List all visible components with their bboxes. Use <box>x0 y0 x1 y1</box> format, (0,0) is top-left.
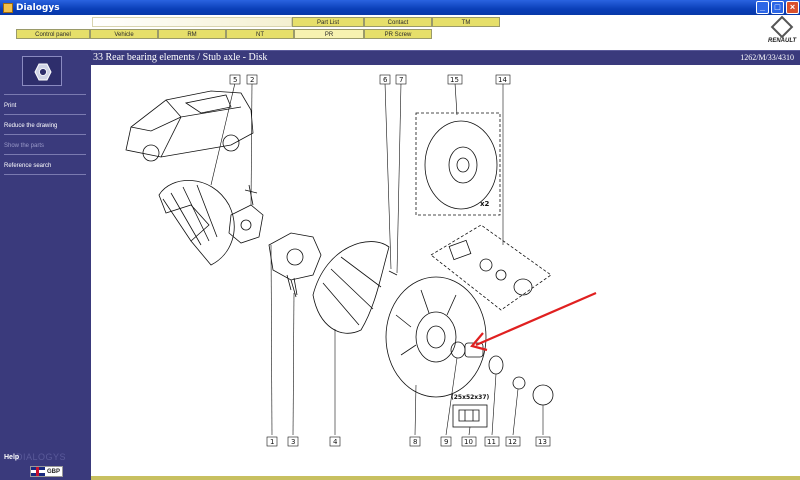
language-code: GBP <box>47 468 61 475</box>
dialogys-watermark: DIALOGYS <box>16 452 67 462</box>
separator <box>4 94 86 95</box>
sidebar: Print Reduce the drawing Show the parts … <box>0 50 91 480</box>
callout-15: 15 <box>450 76 459 84</box>
renault-logo: RENAULT <box>768 15 796 49</box>
bolt-6 <box>388 270 398 276</box>
callout-10: 10 <box>464 438 473 446</box>
quantity-label: x2 <box>480 200 490 208</box>
separator <box>4 134 86 135</box>
menu-print[interactable]: Print <box>4 103 16 109</box>
status-strip <box>91 476 800 480</box>
menu-show-parts: Show the parts <box>4 143 45 149</box>
callout-4: 4 <box>333 438 338 446</box>
callout-6: 6 <box>383 76 388 84</box>
tab-spacer <box>92 17 292 27</box>
help-button[interactable]: Help <box>4 454 19 461</box>
bearing-dimension-label: (25x52x37) <box>451 394 490 401</box>
part-kit-items <box>448 239 533 296</box>
hex-nut-icon <box>34 63 52 81</box>
separator <box>4 174 86 175</box>
close-button[interactable]: × <box>786 1 799 14</box>
diagram-drawing: 5 2 6 7 15 14 1 3 4 8 9 10 11 12 13 x2 (… <box>125 74 597 447</box>
bearing-kit-box <box>430 224 552 311</box>
callout-12: 12 <box>508 438 517 446</box>
leader-lines <box>210 82 544 436</box>
tab-pr[interactable]: PR <box>294 29 364 39</box>
callout-14: 14 <box>498 76 507 84</box>
menu-reference-search[interactable]: Reference search <box>4 163 51 169</box>
tab-tm[interactable]: TM <box>432 17 500 27</box>
bearing-section-box <box>452 404 488 428</box>
part-backing-plate <box>158 179 235 266</box>
separator <box>4 154 86 155</box>
hex-nut-button[interactable] <box>22 56 62 86</box>
callout-13: 13 <box>538 438 547 446</box>
tab-part-list[interactable]: Part List <box>292 17 364 27</box>
tab-contact[interactable]: Contact <box>364 17 432 27</box>
language-button[interactable]: GBP <box>30 466 63 477</box>
bolt-3 <box>290 279 297 298</box>
menu-reduce-drawing[interactable]: Reduce the drawing <box>4 123 57 129</box>
minimize-button[interactable]: _ <box>756 1 769 14</box>
exploded-diagram[interactable]: 5 2 6 7 15 14 1 3 4 8 9 10 11 12 13 x2 (… <box>91 65 800 476</box>
page-header: 33 Rear bearing elements / Stub axle - D… <box>91 50 800 65</box>
tab-pr-screw[interactable]: PR Screw <box>364 29 432 39</box>
part-inset-disc <box>424 120 498 210</box>
callout-8: 8 <box>413 438 417 446</box>
red-arrow-annotation <box>470 291 597 352</box>
app-icon <box>3 2 13 13</box>
callout-3: 3 <box>291 438 295 446</box>
tab-control-panel[interactable]: Control panel <box>16 29 90 39</box>
tab-vehicle[interactable]: Vehicle <box>90 29 158 39</box>
separator <box>4 114 86 115</box>
part-brake-disc <box>385 276 487 398</box>
part-hub-carrier <box>268 232 322 296</box>
callout-7: 7 <box>399 76 403 84</box>
callout-1: 1 <box>270 438 274 446</box>
maximize-button[interactable]: □ <box>771 1 784 14</box>
callouts-top: 5 2 6 7 15 14 <box>229 74 511 85</box>
top-toolbar: Part List Contact TM Control panel Vehic… <box>0 15 800 50</box>
uk-flag-icon <box>31 467 45 476</box>
tab-rm[interactable]: RM <box>158 29 226 39</box>
window-title: Dialogys <box>16 2 60 13</box>
renault-diamond-icon <box>770 15 794 39</box>
callout-9: 9 <box>444 438 448 446</box>
drawing-code: 1262/M/33/4310 <box>740 53 794 62</box>
car-illustration <box>125 90 254 162</box>
part-stub-axle <box>228 184 264 244</box>
title-bar: Dialogys _ □ × <box>0 0 800 15</box>
callout-5: 5 <box>233 76 237 84</box>
page-title: 33 Rear bearing elements / Stub axle - D… <box>93 52 268 63</box>
part-dust-shield <box>312 241 390 334</box>
tab-nt[interactable]: NT <box>226 29 294 39</box>
callout-2: 2 <box>250 76 254 84</box>
callouts-bottom: 1 3 4 8 9 10 11 12 13 <box>266 436 551 447</box>
callout-11: 11 <box>487 438 496 446</box>
